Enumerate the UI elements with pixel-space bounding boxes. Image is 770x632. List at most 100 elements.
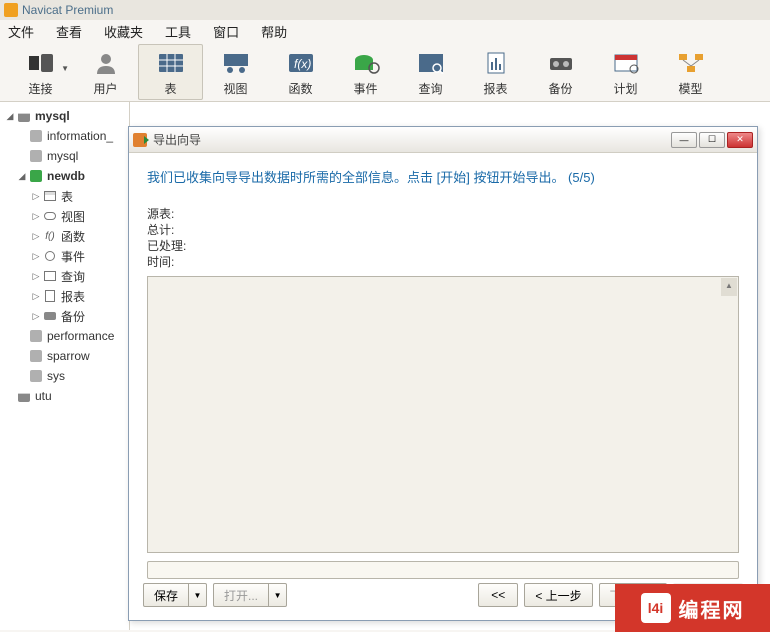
- toolbar-query-label: 查询: [418, 80, 442, 97]
- app-icon: [4, 3, 18, 17]
- tree-node-table[interactable]: ▷ 表: [2, 186, 127, 206]
- toolbar-backup[interactable]: 备份: [528, 44, 593, 100]
- tree-node-query[interactable]: ▷ 查询: [2, 266, 127, 286]
- tree-db-sys[interactable]: sys: [2, 366, 127, 386]
- toolbar-query[interactable]: 查询: [398, 44, 463, 100]
- dialog-title-bar[interactable]: 导出向导 — ☐ ✕: [129, 127, 757, 153]
- collapse-icon[interactable]: ◢: [4, 111, 16, 122]
- database-icon: [30, 130, 42, 142]
- tree-db-sparrow[interactable]: sparrow: [2, 346, 127, 366]
- tree-db-mysql[interactable]: mysql: [2, 146, 127, 166]
- menu-view[interactable]: 查看: [56, 22, 82, 41]
- toolbar-connection[interactable]: 连接 ▼: [8, 44, 73, 100]
- tree-node-view[interactable]: ▷ 视图: [2, 206, 127, 226]
- export-icon: [133, 133, 147, 147]
- toolbar-model-label: 模型: [678, 80, 702, 97]
- dialog-body: 我们已收集向导导出数据时所需的全部信息。点击 [开始] 按钮开始导出。 (5/5…: [129, 153, 757, 583]
- report-icon: [45, 290, 55, 302]
- tree-server-mysql[interactable]: ◢ mysql: [2, 106, 127, 126]
- toolbar-function[interactable]: f(x) 函数: [268, 44, 333, 100]
- dialog-instruction: 我们已收集向导导出数据时所需的全部信息。点击 [开始] 按钮开始导出。 (5/5…: [147, 167, 739, 186]
- expand-icon[interactable]: ▷: [30, 211, 42, 222]
- tree-node-label: 函数: [61, 228, 85, 245]
- close-button[interactable]: ✕: [727, 132, 753, 148]
- toolbar-view-label: 视图: [223, 80, 247, 97]
- view-icon: [44, 212, 56, 220]
- expand-icon[interactable]: ▷: [30, 231, 42, 242]
- status-processed: 已处理:: [147, 238, 739, 254]
- server-icon: [18, 390, 30, 402]
- tree-db-information[interactable]: information_: [2, 126, 127, 146]
- expand-icon[interactable]: ▷: [30, 191, 42, 202]
- toolbar-table-label: 表: [164, 80, 176, 97]
- expand-icon[interactable]: ▷: [30, 291, 42, 302]
- toolbar-table[interactable]: 表: [138, 44, 203, 100]
- toolbar-function-label: 函数: [288, 80, 312, 97]
- menu-bar: 文件 查看 收藏夹 工具 窗口 帮助: [0, 20, 770, 42]
- tree-node-function[interactable]: ▷ f() 函数: [2, 226, 127, 246]
- minimize-button[interactable]: —: [671, 132, 697, 148]
- user-icon: [91, 50, 121, 76]
- toolbar-backup-label: 备份: [548, 80, 572, 97]
- tree-node-label: 表: [61, 188, 73, 205]
- tree-node-label: 备份: [61, 308, 85, 325]
- tree-node-event[interactable]: ▷ 事件: [2, 246, 127, 266]
- toolbar-user[interactable]: 用户: [73, 44, 138, 100]
- toolbar-model[interactable]: 模型: [658, 44, 723, 100]
- menu-favorites[interactable]: 收藏夹: [104, 22, 143, 41]
- maximize-button[interactable]: ☐: [699, 132, 725, 148]
- menu-help[interactable]: 帮助: [261, 22, 287, 41]
- backup-icon: [44, 312, 56, 320]
- expand-icon[interactable]: ▷: [30, 251, 42, 262]
- prev-button[interactable]: < 上一步: [524, 583, 592, 607]
- event-icon: [45, 251, 55, 261]
- prev-button-label: < 上一步: [535, 587, 581, 604]
- toolbar-view[interactable]: 视图: [203, 44, 268, 100]
- tree-node-report[interactable]: ▷ 报表: [2, 286, 127, 306]
- first-button[interactable]: <<: [478, 583, 518, 607]
- toolbar-report[interactable]: 报表: [463, 44, 528, 100]
- status-time: 时间:: [147, 254, 739, 270]
- expand-icon[interactable]: ▷: [30, 311, 42, 322]
- tree-server-utu[interactable]: utu: [2, 386, 127, 406]
- tree-db-label: performance: [47, 329, 114, 343]
- tree-server-label: utu: [35, 389, 52, 403]
- menu-file[interactable]: 文件: [8, 22, 34, 41]
- collapse-icon[interactable]: ◢: [16, 171, 28, 182]
- toolbar-schedule[interactable]: 计划: [593, 44, 658, 100]
- save-dropdown-button[interactable]: ▼: [189, 583, 207, 607]
- table-icon: [156, 50, 186, 76]
- tree-db-label: sys: [47, 369, 65, 383]
- open-button-split: 打开... ▼: [213, 583, 287, 607]
- scrollbar[interactable]: [721, 278, 737, 296]
- tree-node-label: 视图: [61, 208, 85, 225]
- log-textarea[interactable]: [147, 276, 739, 553]
- schedule-icon: [611, 50, 641, 76]
- menu-window[interactable]: 窗口: [213, 22, 239, 41]
- report-icon: [481, 50, 511, 76]
- watermark-icon-text: l4i: [648, 600, 664, 616]
- status-source: 源表:: [147, 206, 739, 222]
- table-icon: [44, 191, 56, 201]
- tree-db-performance[interactable]: performance: [2, 326, 127, 346]
- open-dropdown-button[interactable]: ▼: [269, 583, 287, 607]
- database-icon: [30, 330, 42, 342]
- tree-db-label: newdb: [47, 169, 85, 183]
- backup-icon: [546, 50, 576, 76]
- database-icon: [30, 350, 42, 362]
- toolbar-event[interactable]: 事件: [333, 44, 398, 100]
- server-icon: [18, 110, 30, 122]
- tree-node-backup[interactable]: ▷ 备份: [2, 306, 127, 326]
- menu-tools[interactable]: 工具: [165, 22, 191, 41]
- tree-db-label: mysql: [47, 149, 78, 163]
- view-icon: [221, 50, 251, 76]
- expand-icon[interactable]: ▷: [30, 271, 42, 282]
- main-toolbar: 连接 ▼ 用户 表 视图 f(x) 函数 事件 查询 报表 备份 计划 模型: [0, 42, 770, 102]
- save-button[interactable]: 保存: [143, 583, 189, 607]
- object-tree: ◢ mysql information_ mysql ◢ newdb ▷ 表 ▷: [0, 102, 130, 630]
- open-button[interactable]: 打开...: [213, 583, 269, 607]
- query-icon: [416, 50, 446, 76]
- tree-db-newdb[interactable]: ◢ newdb: [2, 166, 127, 186]
- function-icon: f(x): [286, 50, 316, 76]
- watermark-text: 编程网: [679, 594, 745, 623]
